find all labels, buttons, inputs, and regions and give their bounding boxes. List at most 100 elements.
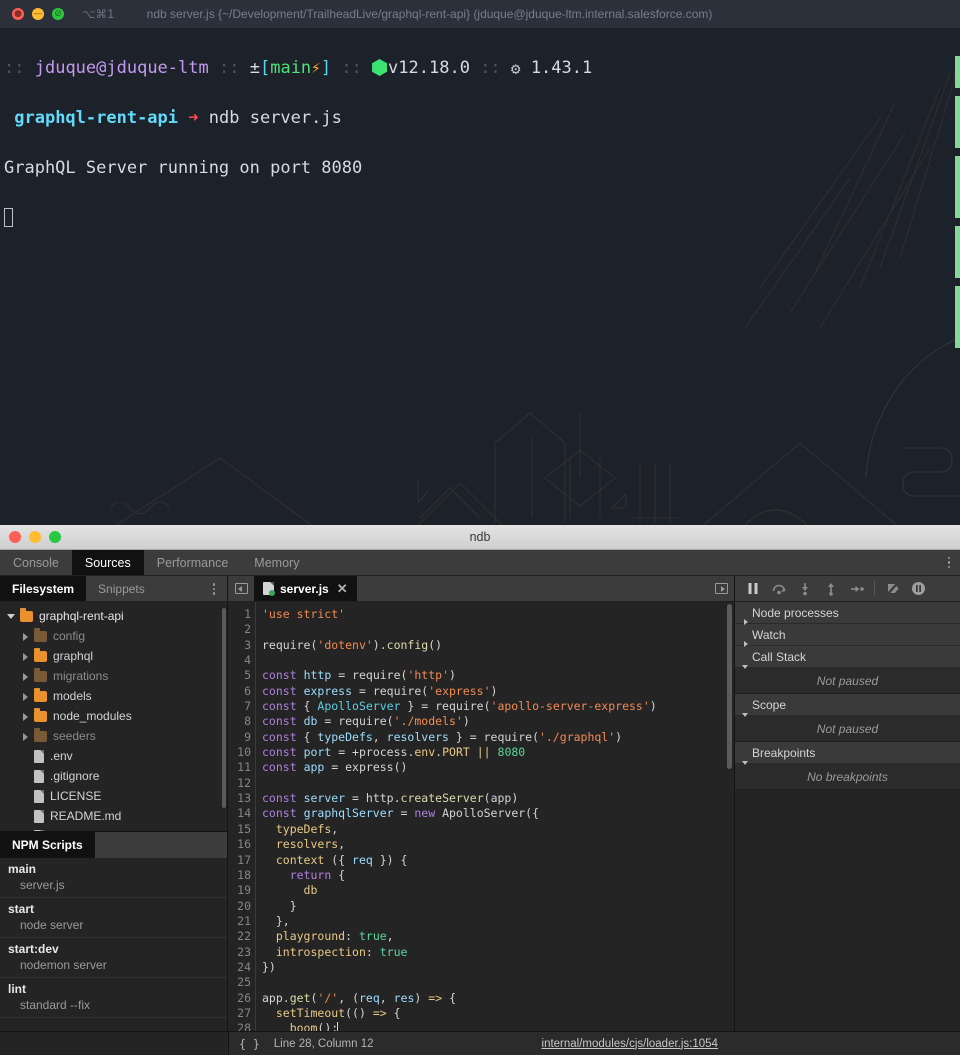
terminal-body[interactable]: :: jduque@jduque-ltm :: ±[main⚡] :: v12.… <box>0 28 960 525</box>
step-into-button[interactable] <box>793 578 817 600</box>
step-over-button[interactable] <box>767 578 791 600</box>
line-number[interactable]: 16 <box>228 837 251 852</box>
debugger-section-call-stack[interactable]: Call Stack <box>735 646 960 668</box>
line-number[interactable]: 6 <box>228 684 251 699</box>
code-line[interactable]: } <box>262 899 734 914</box>
line-number[interactable]: 9 <box>228 730 251 745</box>
npm-script-start[interactable]: startnode server <box>0 898 227 938</box>
npm-script-lint[interactable]: lintstandard --fix <box>0 978 227 1018</box>
line-number[interactable]: 14 <box>228 806 251 821</box>
line-number[interactable]: 25 <box>228 975 251 990</box>
terminal-minimize-button[interactable]: — <box>32 8 44 20</box>
line-number[interactable]: 4 <box>228 653 251 668</box>
devtools-more-menu-button[interactable] <box>948 550 951 575</box>
line-number[interactable]: 12 <box>228 776 251 791</box>
line-number[interactable]: 26 <box>228 991 251 1006</box>
tree-item-license[interactable]: LICENSE <box>0 786 227 806</box>
tab-memory[interactable]: Memory <box>241 550 312 575</box>
line-number[interactable]: 7 <box>228 699 251 714</box>
code-line[interactable]: const port = +process.env.PORT || 8080 <box>262 745 734 760</box>
line-number[interactable]: 24 <box>228 960 251 975</box>
code-line[interactable]: require('dotenv').config() <box>262 638 734 653</box>
code-line[interactable] <box>262 622 734 637</box>
line-number[interactable]: 11 <box>228 760 251 775</box>
step-button[interactable] <box>845 578 869 600</box>
tree-item-graphql-rent-api[interactable]: graphql-rent-api <box>0 606 227 626</box>
tree-item--env[interactable]: .env <box>0 746 227 766</box>
debugger-section-scope[interactable]: Scope <box>735 694 960 716</box>
disclosure-triangle-icon[interactable] <box>20 710 32 722</box>
disclosure-triangle-icon[interactable] <box>20 650 32 662</box>
code-line[interactable]: db <box>262 883 734 898</box>
line-number[interactable]: 27 <box>228 1006 251 1021</box>
tree-item-node-modules[interactable]: node_modules <box>0 706 227 726</box>
code-line[interactable]: const server = http.createServer(app) <box>262 791 734 806</box>
tab-console[interactable]: Console <box>0 550 72 575</box>
pause-on-exceptions-button[interactable] <box>906 578 930 600</box>
code-line[interactable]: const { ApolloServer } = require('apollo… <box>262 699 734 714</box>
tree-item-readme-md[interactable]: README.md <box>0 806 227 826</box>
disclosure-triangle-icon[interactable] <box>20 730 32 742</box>
debugger-section-watch[interactable]: Watch <box>735 624 960 646</box>
line-number[interactable]: 15 <box>228 822 251 837</box>
debugger-section-node-processes[interactable]: Node processes <box>735 602 960 624</box>
navigator-more-menu-button[interactable] <box>213 583 216 595</box>
line-number[interactable]: 5 <box>228 668 251 683</box>
line-number[interactable]: 20 <box>228 899 251 914</box>
npm-scripts-list[interactable]: mainserver.jsstartnode serverstart:devno… <box>0 858 227 1031</box>
code-line[interactable]: const { typeDefs, resolvers } = require(… <box>262 730 734 745</box>
tree-item--gitignore[interactable]: .gitignore <box>0 766 227 786</box>
pause-button[interactable] <box>741 578 765 600</box>
file-tree-scrollbar[interactable] <box>222 608 226 808</box>
code-line[interactable]: resolvers, <box>262 837 734 852</box>
code-line[interactable]: introspection: true <box>262 945 734 960</box>
code-line[interactable]: 'use strict' <box>262 607 734 622</box>
line-number[interactable]: 8 <box>228 714 251 729</box>
tree-item-graphql[interactable]: graphql <box>0 646 227 666</box>
disclosure-triangle-icon[interactable] <box>20 630 32 642</box>
code-line[interactable]: boom(); <box>262 1021 734 1031</box>
expand-debugger-button[interactable] <box>708 576 734 601</box>
nav-tab-snippets[interactable]: Snippets <box>86 576 157 601</box>
tree-item-seeders[interactable]: seeders <box>0 726 227 746</box>
line-number[interactable]: 19 <box>228 883 251 898</box>
disclosure-triangle-icon[interactable] <box>6 610 18 622</box>
code-line[interactable]: }, <box>262 914 734 929</box>
tree-item-package-lock-json[interactable]: package-lock.json <box>0 826 227 831</box>
deactivate-breakpoints-button[interactable] <box>880 578 904 600</box>
npm-script-start-dev[interactable]: start:devnodemon server <box>0 938 227 978</box>
code-line[interactable] <box>262 975 734 990</box>
npm-script-main[interactable]: mainserver.js <box>0 858 227 898</box>
line-number[interactable]: 10 <box>228 745 251 760</box>
source-location-link[interactable]: internal/modules/cjs/loader.js:1054 <box>542 1038 718 1050</box>
tab-sources[interactable]: Sources <box>72 550 144 575</box>
editor-tab-server-js[interactable]: server.js ✕ <box>254 576 357 601</box>
nav-tab-filesystem[interactable]: Filesystem <box>0 576 86 601</box>
line-number[interactable]: 1 <box>228 607 251 622</box>
line-number[interactable]: 28 <box>228 1021 251 1031</box>
terminal-scrollbar[interactable] <box>955 56 960 525</box>
disclosure-triangle-icon[interactable] <box>20 670 32 682</box>
code-line[interactable] <box>262 776 734 791</box>
code-line[interactable] <box>262 653 734 668</box>
code-line[interactable]: context ({ req }) { <box>262 853 734 868</box>
line-number[interactable]: 22 <box>228 929 251 944</box>
line-number[interactable]: 23 <box>228 945 251 960</box>
code-line[interactable]: typeDefs, <box>262 822 734 837</box>
line-number[interactable]: 2 <box>228 622 251 637</box>
line-number[interactable]: 13 <box>228 791 251 806</box>
code-content[interactable]: 'use strict' require('dotenv').config() … <box>256 602 734 1031</box>
file-tree[interactable]: graphql-rent-apiconfiggraphqlmigrationsm… <box>0 602 227 831</box>
code-line[interactable]: }) <box>262 960 734 975</box>
code-line[interactable]: return { <box>262 868 734 883</box>
step-out-button[interactable] <box>819 578 843 600</box>
code-line[interactable]: setTimeout(() => { <box>262 1006 734 1021</box>
code-line[interactable]: const http = require('http') <box>262 668 734 683</box>
code-scrollbar[interactable] <box>727 604 732 769</box>
terminal-zoom-button[interactable]: ⊘ <box>52 8 64 20</box>
tree-item-migrations[interactable]: migrations <box>0 666 227 686</box>
tab-performance[interactable]: Performance <box>144 550 242 575</box>
close-icon[interactable]: ✕ <box>337 581 348 597</box>
code-line[interactable]: const app = express() <box>262 760 734 775</box>
debugger-section-breakpoints[interactable]: Breakpoints <box>735 742 960 764</box>
